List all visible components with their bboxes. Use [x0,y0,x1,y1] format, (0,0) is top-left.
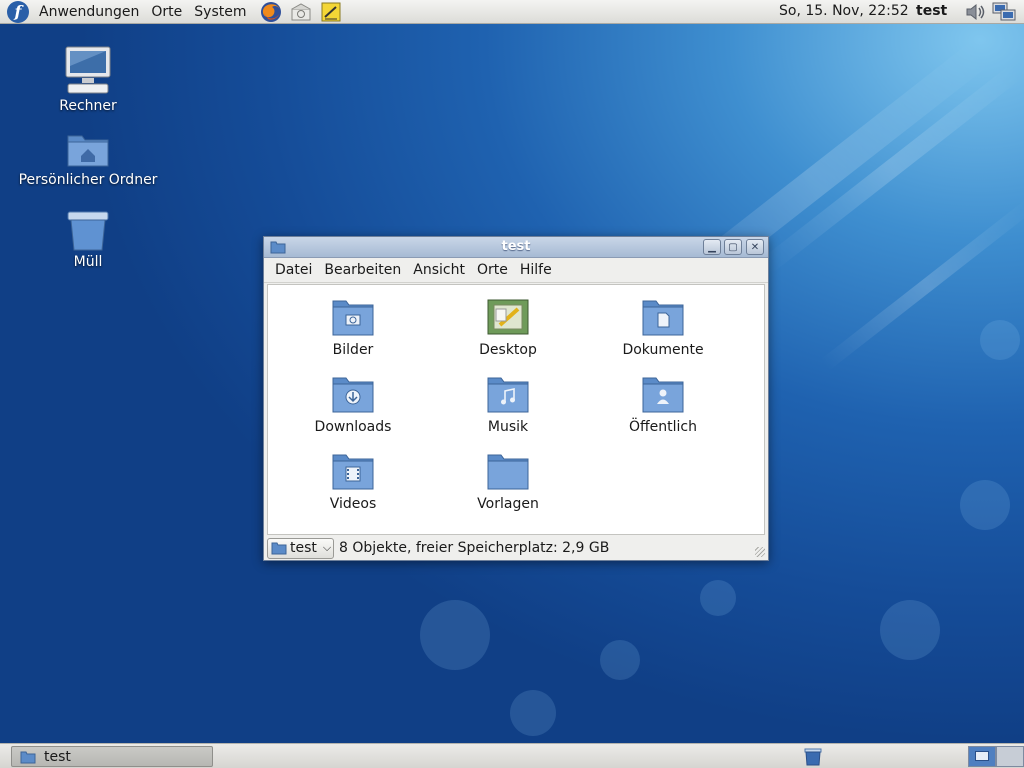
workspace-2[interactable] [996,746,1024,767]
file-item[interactable]: Öffentlich [598,374,728,435]
trash-applet-icon[interactable] [804,748,822,768]
bottom-panel: test [0,743,1024,768]
minimize-button[interactable]: ▁ [703,239,721,255]
fedora-logo-icon[interactable]: f [7,0,29,23]
templates-folder-icon [487,454,529,490]
file-label: Bilder [332,342,374,358]
maximize-button[interactable]: ▢ [724,239,742,255]
chevron-down-icon: ⌵ [322,541,332,554]
user-name[interactable]: test [916,3,947,19]
folder-icon [20,751,36,763]
file-label: Downloads [314,419,392,435]
resize-grip[interactable] [755,547,765,557]
file-item[interactable]: Videos [288,451,418,512]
desktop-icon-label: Persönlicher Ordner [18,172,158,188]
taskbar-window-button[interactable]: test [11,746,213,767]
menu-view[interactable]: Ansicht [407,262,471,278]
taskbar-label: test [44,748,71,765]
menu-edit[interactable]: Bearbeiten [318,262,407,278]
public-folder-icon [642,377,684,413]
desktop-icon-trash[interactable]: Müll [13,210,163,270]
window-titlebar[interactable]: test ▁ ▢ ✕ [264,237,768,258]
file-item[interactable]: Desktop [443,297,573,358]
statusbar: test ⌵ 8 Objekte, freier Speicherplatz: … [264,536,768,560]
videos-folder-icon [332,454,374,490]
menu-system[interactable]: System [188,4,252,20]
workspace-1[interactable] [968,746,996,767]
music-folder-icon [487,377,529,413]
computer-icon [65,46,111,94]
desktop-icon-label: Müll [73,254,103,270]
file-item[interactable]: Vorlagen [443,451,573,512]
file-item[interactable]: Musik [443,374,573,435]
file-label: Musik [487,419,529,435]
menu-help[interactable]: Hilfe [514,262,558,278]
close-button[interactable]: ✕ [746,239,764,255]
desktop-icon-home-folder[interactable]: Persönlicher Ordner [13,130,163,188]
top-panel: f Anwendungen Orte System So, 15. Nov, 2… [0,0,1024,24]
file-label: Desktop [479,342,537,358]
trash-icon [67,211,109,251]
home-folder-icon [67,135,109,167]
location-label: test [290,540,317,556]
clock[interactable]: So, 15. Nov, 22:52 [779,3,909,19]
file-item[interactable]: Bilder [288,297,418,358]
network-icon[interactable] [992,1,1016,23]
home-folder-icon [271,542,287,555]
location-dropdown[interactable]: test ⌵ [267,537,334,559]
status-text: 8 Objekte, freier Speicherplatz: 2,9 GB [339,540,610,556]
menu-places[interactable]: Orte [471,262,514,278]
downloads-folder-icon [332,377,374,413]
volume-icon[interactable] [964,1,988,23]
file-manager-window: test ▁ ▢ ✕ Datei Bearbeiten Ansicht Orte… [263,236,769,561]
pictures-folder-icon [332,300,374,336]
file-label: Öffentlich [629,419,697,435]
file-label: Videos [329,496,377,512]
menu-places[interactable]: Orte [145,4,188,20]
desktop-icon-label: Rechner [59,98,117,114]
window-menubar: Datei Bearbeiten Ansicht Orte Hilfe [264,258,768,283]
window-title: test [501,239,531,254]
notes-icon[interactable] [319,1,343,23]
mail-icon[interactable] [289,1,313,23]
firefox-icon[interactable] [259,1,283,23]
file-item[interactable]: Downloads [288,374,418,435]
desktop-folder-icon [487,299,529,335]
file-item[interactable]: Dokumente [598,297,728,358]
file-view[interactable]: Bilder Desktop Dokumente Downloads Musik… [267,284,765,535]
file-label: Dokumente [622,342,704,358]
documents-folder-icon [642,300,684,336]
menu-file[interactable]: Datei [269,262,318,278]
menu-applications[interactable]: Anwendungen [33,4,145,20]
desktop-icon-computer[interactable]: Rechner [13,44,163,114]
file-label: Vorlagen [477,496,539,512]
